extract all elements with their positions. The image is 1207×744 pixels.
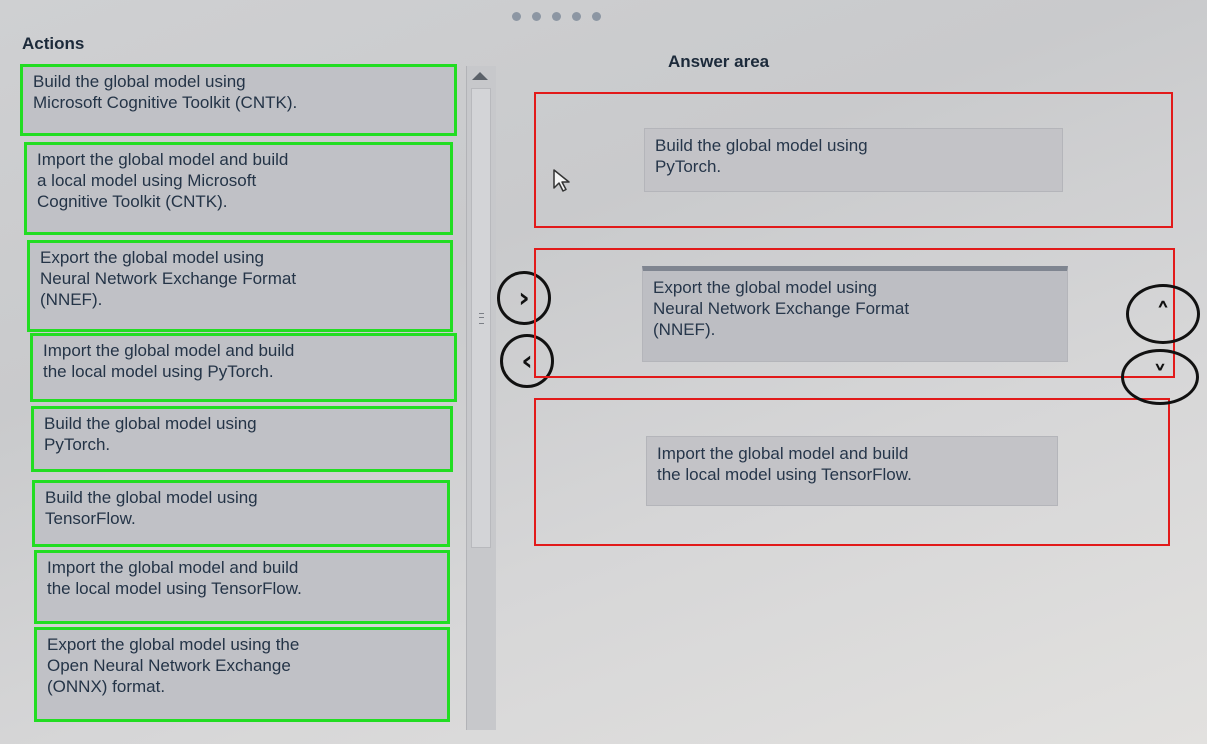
action-item-text: (ONNX) format.: [47, 677, 166, 696]
answer-item-text: the local model using TensorFlow.: [657, 465, 912, 484]
page-dot[interactable]: [552, 12, 561, 21]
answer-item-text: Export the global model using: [653, 278, 877, 297]
answer-item-text: (NNEF).: [653, 320, 716, 339]
scroll-up-arrow-icon[interactable]: [472, 72, 488, 80]
actions-scrollbar[interactable]: [466, 66, 496, 730]
action-item-text: Export the global model using: [40, 248, 264, 267]
action-item-text: the local model using PyTorch.: [43, 362, 274, 381]
action-item-text: PyTorch.: [44, 435, 111, 454]
move-up-button[interactable]: ˄: [1126, 284, 1200, 344]
action-item[interactable]: Build the global model using Microsoft C…: [20, 64, 457, 136]
action-item-text: Build the global model using: [45, 488, 258, 507]
action-item-text: Build the global model using: [33, 72, 246, 91]
actions-heading: Actions: [22, 34, 85, 53]
action-item-text: Import the global model and build: [47, 558, 299, 577]
answer-item-text: Neural Network Exchange Format: [653, 299, 910, 318]
action-item-text: Import the global model and build: [37, 150, 289, 169]
answer-item[interactable]: Build the global model using PyTorch.: [644, 128, 1063, 192]
action-item-text: Microsoft Cognitive Toolkit (CNTK).: [33, 93, 298, 112]
action-item[interactable]: Import the global model and build a loca…: [24, 142, 453, 235]
chevron-left-icon: ‹: [521, 344, 533, 377]
action-item-text: the local model using TensorFlow.: [47, 579, 302, 598]
page-dot[interactable]: [512, 12, 521, 21]
action-item-text: Neural Network Exchange Format: [40, 269, 297, 288]
page-dot[interactable]: [532, 12, 541, 21]
action-item-text: Export the global model using the: [47, 635, 300, 654]
action-item-text: Cognitive Toolkit (CNTK).: [37, 192, 228, 211]
action-item-text: (NNEF).: [40, 290, 103, 309]
grip-icon: [479, 313, 484, 324]
chevron-right-icon: ›: [518, 281, 530, 314]
move-down-button[interactable]: ˅: [1121, 349, 1199, 405]
action-item-text: a local model using Microsoft: [37, 171, 257, 190]
action-item[interactable]: Build the global model using PyTorch.: [31, 406, 453, 472]
page-dot[interactable]: [572, 12, 581, 21]
action-item[interactable]: Build the global model using TensorFlow.: [32, 480, 450, 547]
action-item-text: Open Neural Network Exchange: [47, 656, 291, 675]
answer-item[interactable]: Import the global model and build the lo…: [646, 436, 1058, 506]
action-item[interactable]: Export the global model using Neural Net…: [27, 240, 453, 332]
answer-area-heading: Answer area: [668, 52, 770, 71]
chevron-up-icon: ˄: [1156, 297, 1170, 330]
drag-drop-question-screen: Actions Answer area Build the global mod…: [0, 0, 1207, 744]
action-item[interactable]: Import the global model and build the lo…: [30, 333, 457, 402]
action-item[interactable]: Export the global model using the Open N…: [34, 627, 450, 722]
scrollbar-thumb[interactable]: [471, 88, 491, 548]
answer-item-text: Build the global model using: [655, 136, 868, 155]
chevron-down-icon: ˅: [1153, 360, 1167, 393]
answer-item-text: Import the global model and build: [657, 444, 909, 463]
action-item-text: Import the global model and build: [43, 341, 295, 360]
answer-item-selected[interactable]: Export the global model using Neural Net…: [642, 266, 1068, 362]
answer-item-text: PyTorch.: [655, 157, 722, 176]
page-dot[interactable]: [592, 12, 601, 21]
action-item-text: Build the global model using: [44, 414, 257, 433]
action-item[interactable]: Import the global model and build the lo…: [34, 550, 450, 624]
action-item-text: TensorFlow.: [45, 509, 136, 528]
page-indicator: [512, 12, 601, 21]
mouse-pointer-icon: [552, 168, 572, 199]
